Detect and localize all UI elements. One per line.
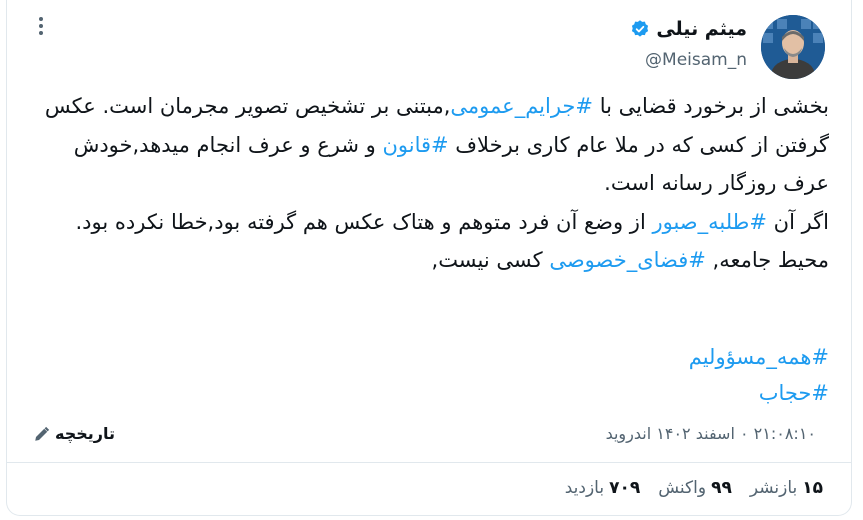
views-label: بازدید (564, 478, 605, 498)
reactions-stat[interactable]: ۹۹واکنش (658, 478, 732, 498)
tweet-card: میثم نیلی @Meisam_n بخشی از برخورد قضایی… (6, 0, 852, 516)
tweet-text: محیط جامعه, (705, 248, 829, 272)
reactions-label: واکنش (658, 478, 707, 498)
hashtag-link[interactable]: #طلبه_صبور (652, 210, 767, 234)
tweet-paragraph-3: محیط جامعه, #فضای_خصوصی کسی نیست, (29, 241, 829, 280)
author-name[interactable]: میثم نیلی (656, 18, 747, 40)
tweet-text: بخشی از برخورد قضایی با (593, 94, 829, 118)
more-options-icon[interactable] (31, 14, 51, 38)
divider (7, 462, 851, 463)
hashtag-link[interactable]: #قانون (382, 133, 448, 157)
hashtag-link[interactable]: #همه_مسؤولیم (689, 339, 829, 375)
tweet-text: از وضع آن فرد متوهم و هتاک عکس هم گرفته … (75, 209, 653, 234)
views-stat[interactable]: ۷۰۹بازدید (565, 478, 641, 498)
author-handle[interactable]: @Meisam_n (645, 50, 747, 70)
tweet-body: بخشی از برخورد قضایی با #جرایم_عمومی,مبت… (29, 87, 829, 280)
reposts-label: بازنشر (749, 478, 798, 498)
edit-history-label: تاریخچه (55, 424, 115, 443)
avatar[interactable] (761, 15, 825, 79)
tweet-text: اگر آن (766, 209, 829, 234)
edit-history-button[interactable]: تاریخچه (33, 424, 115, 443)
reposts-stat[interactable]: ۱۵بازنشر (750, 478, 823, 498)
hashtag-list: #همه_مسؤولیم #حجاب (689, 339, 829, 411)
tweet-timestamp[interactable]: ۲۱:۰۸:۱۰ ۰ اسفند ۱۴۰۲ اندروید (606, 424, 816, 443)
reposts-count: ۱۵ (802, 478, 823, 498)
tweet-paragraph-2: اگر آن #طلبه_صبور از وضع آن فرد متوهم و … (29, 203, 829, 242)
hashtag-link[interactable]: #حجاب (689, 375, 829, 411)
tweet-stats: ۱۵بازنشر ۹۹واکنش ۷۰۹بازدید (565, 478, 823, 498)
hashtag-link[interactable]: #جرایم_عمومی (450, 94, 593, 118)
tweet-paragraph-1: بخشی از برخورد قضایی با #جرایم_عمومی,مبت… (29, 87, 829, 203)
views-count: ۷۰۹ (609, 478, 641, 498)
avatar-photo (761, 15, 825, 79)
reactions-count: ۹۹ (711, 478, 732, 498)
hashtag-link[interactable]: #فضای_خصوصی (549, 248, 706, 272)
verified-badge-icon (632, 20, 649, 37)
pencil-icon (35, 426, 50, 441)
author-name-row[interactable]: میثم نیلی (630, 18, 747, 40)
tweet-text: کسی نیست, (431, 248, 550, 272)
